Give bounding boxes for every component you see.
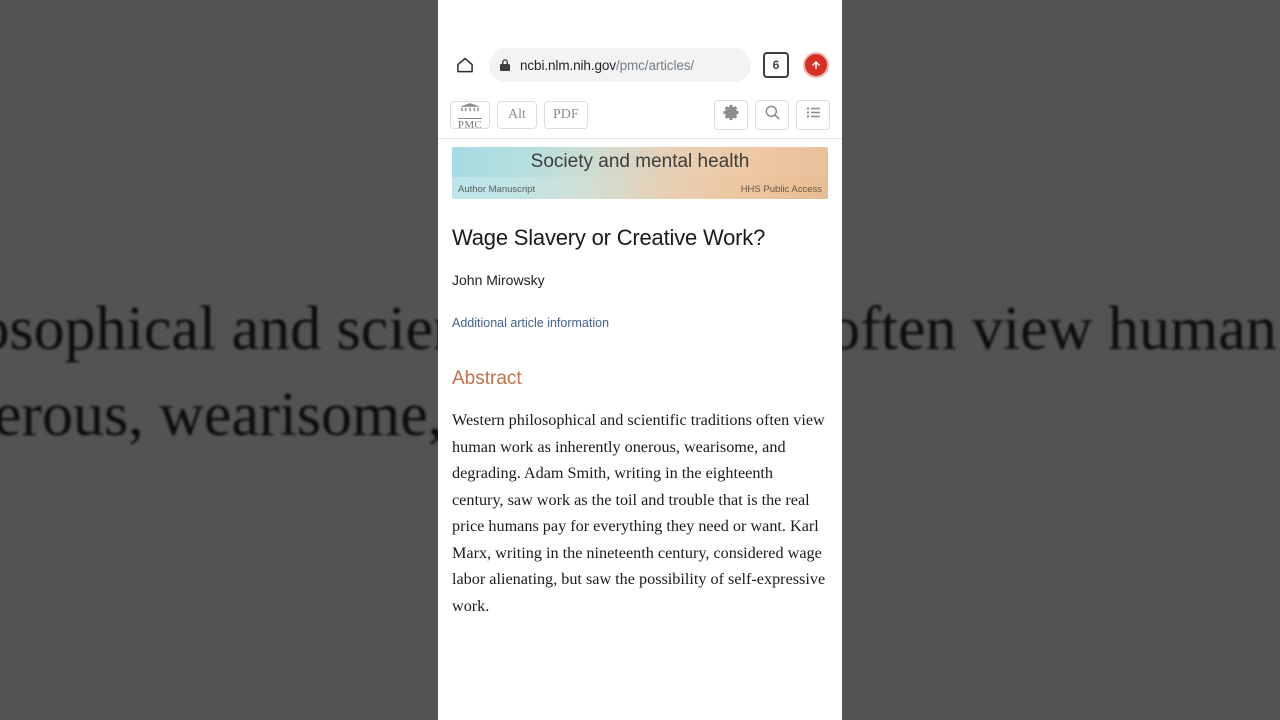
article-author: John Mirowsky xyxy=(452,272,545,288)
alt-button[interactable]: Alt xyxy=(497,101,537,129)
abstract-heading: Abstract xyxy=(452,368,522,389)
table-of-contents-button[interactable] xyxy=(796,100,830,130)
journal-banner: Society and mental health Author Manuscr… xyxy=(452,147,828,199)
search-icon xyxy=(763,103,782,127)
url-text: ncbi.nlm.nih.gov/pmc/articles/ xyxy=(520,58,694,73)
author-manuscript-label: Author Manuscript xyxy=(458,184,536,195)
search-button[interactable] xyxy=(755,100,789,130)
browser-viewport: ncbi.nlm.nih.gov/pmc/articles/ 6 PMC Alt… xyxy=(438,0,842,720)
url-path: /pmc/articles/ xyxy=(615,57,695,73)
hhs-public-access-label: HHS Public Access xyxy=(740,184,822,195)
abstract-body: Western philosophical and scientific tra… xyxy=(452,411,826,615)
tab-count-button[interactable]: 6 xyxy=(763,52,789,78)
pmc-button[interactable]: PMC xyxy=(450,101,490,131)
article-title: Wage Slavery or Creative Work? xyxy=(452,225,766,250)
gear-icon xyxy=(722,103,741,127)
pmc-button-label: PMC xyxy=(457,117,483,131)
browser-url-bar: ncbi.nlm.nih.gov/pmc/articles/ 6 xyxy=(438,36,842,94)
list-icon xyxy=(804,103,823,127)
additional-article-information-link[interactable]: Additional article information xyxy=(452,316,609,330)
article-content: Wage Slavery or Creative Work? John Miro… xyxy=(438,225,842,619)
settings-button[interactable] xyxy=(714,100,748,130)
library-building-icon xyxy=(459,101,481,117)
screenshot-root: John Mirowsky Additional article Abstrac… xyxy=(0,0,1280,720)
address-bar[interactable]: ncbi.nlm.nih.gov/pmc/articles/ xyxy=(489,48,751,82)
pdf-button[interactable]: PDF xyxy=(544,101,588,129)
arrow-up-circle-icon[interactable] xyxy=(803,52,829,78)
journal-title: Society and mental health xyxy=(530,151,750,172)
lock-icon xyxy=(499,58,512,73)
url-domain: ncbi.nlm.nih.gov xyxy=(520,57,616,73)
home-icon[interactable] xyxy=(451,51,479,79)
pmc-page-toolbar: PMC Alt PDF xyxy=(438,94,842,139)
